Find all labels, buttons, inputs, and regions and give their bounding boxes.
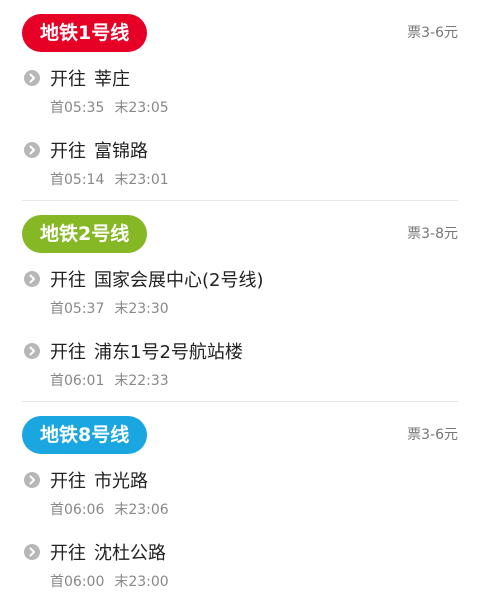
first-train-time: 首06:06 [50,502,105,518]
line-header: 地铁1号线 票3-6元 [0,0,480,56]
line-block-1: 地铁1号线 票3-6元 开往 莘庄 首05:35 末23:05 开往 富锦路 首05:… [0,0,480,201]
line-header: 地铁2号线 票3-8元 [0,201,480,257]
line-block-8: 地铁8号线 票3-6元 开往 市光路 首06:06 末23:06 开往 沈杜公路 首0… [0,402,480,602]
last-train-time: 末22:33 [114,373,169,389]
direction-destination: 富锦路 [94,141,148,162]
first-train-time: 首05:35 [50,100,105,116]
direction-prefix: 开往 [50,270,86,291]
chevron-right-circle-icon [24,271,40,287]
chevron-right-circle-icon [24,343,40,359]
fare-label: 票3-6元 [407,427,458,443]
line-header: 地铁8号线 票3-6元 [0,402,480,458]
direction-label: 开往 莘庄 [50,65,130,91]
direction-prefix: 开往 [50,69,86,90]
direction-label: 开往 沈杜公路 [50,539,166,565]
first-train-time: 首05:37 [50,301,105,317]
direction-label: 开往 国家会展中心(2号线) [50,266,264,292]
first-train-time: 首05:14 [50,172,105,188]
service-times: 首05:14 末23:01 [50,169,169,189]
last-train-time: 末23:01 [114,172,169,188]
direction-item[interactable]: 开往 莘庄 首05:35 末23:05 [0,56,480,128]
last-train-time: 末23:00 [114,574,169,590]
direction-destination: 沈杜公路 [94,543,166,564]
service-times: 首05:37 末23:30 [50,298,169,318]
direction-prefix: 开往 [50,543,86,564]
line-badge[interactable]: 地铁1号线 [22,14,148,52]
last-train-time: 末23:05 [114,100,169,116]
metro-lines-page: 地铁1号线 票3-6元 开往 莘庄 首05:35 末23:05 开往 富锦路 首05:… [0,0,480,608]
chevron-right-circle-icon [24,472,40,488]
direction-item[interactable]: 开往 国家会展中心(2号线) 首05:37 末23:30 [0,257,480,329]
first-train-time: 首06:00 [50,574,105,590]
last-train-time: 末23:06 [114,502,169,518]
direction-item[interactable]: 开往 富锦路 首05:14 末23:01 [0,128,480,200]
direction-prefix: 开往 [50,471,86,492]
line-badge[interactable]: 地铁8号线 [22,416,148,454]
service-times: 首06:00 末23:00 [50,571,169,591]
chevron-right-circle-icon [24,544,40,560]
direction-item[interactable]: 开往 沈杜公路 首06:00 末23:00 [0,530,480,602]
service-times: 首05:35 末23:05 [50,97,169,117]
direction-destination: 莘庄 [94,69,130,90]
chevron-right-circle-icon [24,70,40,86]
direction-label: 开往 市光路 [50,467,148,493]
direction-prefix: 开往 [50,342,86,363]
fare-label: 票3-6元 [407,25,458,41]
first-train-time: 首06:01 [50,373,105,389]
service-times: 首06:01 末22:33 [50,370,169,390]
chevron-right-circle-icon [24,142,40,158]
direction-destination: 市光路 [94,471,148,492]
direction-prefix: 开往 [50,141,86,162]
fare-label: 票3-8元 [407,226,458,242]
last-train-time: 末23:30 [114,301,169,317]
direction-destination: 国家会展中心(2号线) [94,270,264,291]
direction-label: 开往 富锦路 [50,137,148,163]
direction-destination: 浦东1号2号航站楼 [94,342,243,363]
line-badge[interactable]: 地铁2号线 [22,215,148,253]
line-block-2: 地铁2号线 票3-8元 开往 国家会展中心(2号线) 首05:37 末23:30 开… [0,201,480,402]
service-times: 首06:06 末23:06 [50,499,169,519]
direction-item[interactable]: 开往 市光路 首06:06 末23:06 [0,458,480,530]
direction-label: 开往 浦东1号2号航站楼 [50,338,243,364]
direction-item[interactable]: 开往 浦东1号2号航站楼 首06:01 末22:33 [0,329,480,401]
